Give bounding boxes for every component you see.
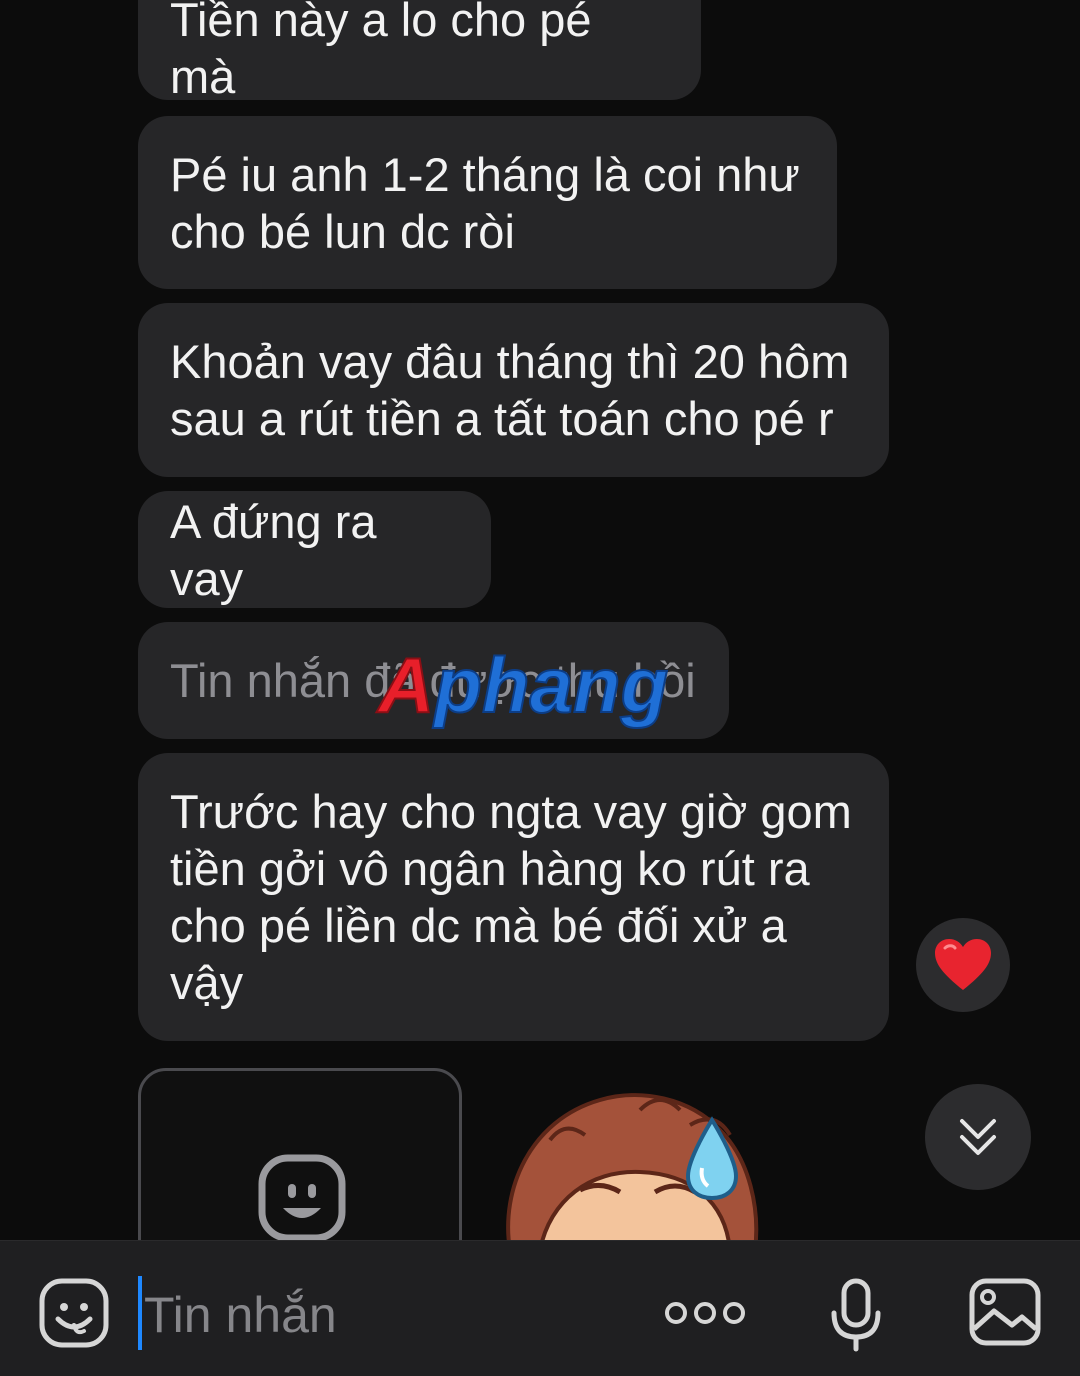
recalled-message-bubble[interactable]: Tin nhắn đã được thu hồi xyxy=(138,622,729,739)
message-bubble[interactable]: Tiền này a lo cho pé mà xyxy=(138,0,701,103)
message-bubble[interactable]: Trước hay cho ngta vay giờ gom tiền gởi … xyxy=(138,753,889,1041)
sticker-character[interactable] xyxy=(490,1080,790,1250)
image-icon[interactable] xyxy=(968,1277,1042,1347)
double-chevron-down-icon xyxy=(960,1119,996,1155)
message-text: Pé iu anh 1-2 tháng là coi như cho bé lu… xyxy=(170,147,800,258)
message-text: A đứng ra vay xyxy=(170,494,377,605)
recalled-message-text: Tin nhắn đã được thu hồi xyxy=(170,654,696,707)
message-bubble[interactable]: Khoản vay đâu tháng thì 20 hôm sau a rút… xyxy=(138,303,889,477)
message-bubble[interactable]: Pé iu anh 1-2 tháng là coi như cho bé lu… xyxy=(138,116,837,289)
message-text: Tiền này a lo cho pé mà xyxy=(170,0,592,103)
message-bubble[interactable]: A đứng ra vay xyxy=(138,491,491,608)
message-input[interactable] xyxy=(144,1285,624,1345)
more-dots-icon[interactable] xyxy=(664,1299,746,1327)
message-composer xyxy=(0,1240,1080,1376)
microphone-icon[interactable] xyxy=(828,1277,884,1353)
heart-icon xyxy=(935,939,991,990)
emoji-button[interactable] xyxy=(38,1277,110,1349)
scroll-to-bottom-button[interactable] xyxy=(925,1084,1031,1190)
message-text: Trước hay cho ngta vay giờ gom tiền gởi … xyxy=(170,785,852,1009)
smiley-icon xyxy=(258,1154,346,1242)
chat-screen: Tiền này a lo cho pé mà Pé iu anh 1-2 th… xyxy=(0,0,1080,1376)
message-text: Khoản vay đâu tháng thì 20 hôm sau a rút… xyxy=(170,335,850,445)
text-caret xyxy=(138,1276,142,1350)
reaction-badge[interactable] xyxy=(916,918,1010,1012)
